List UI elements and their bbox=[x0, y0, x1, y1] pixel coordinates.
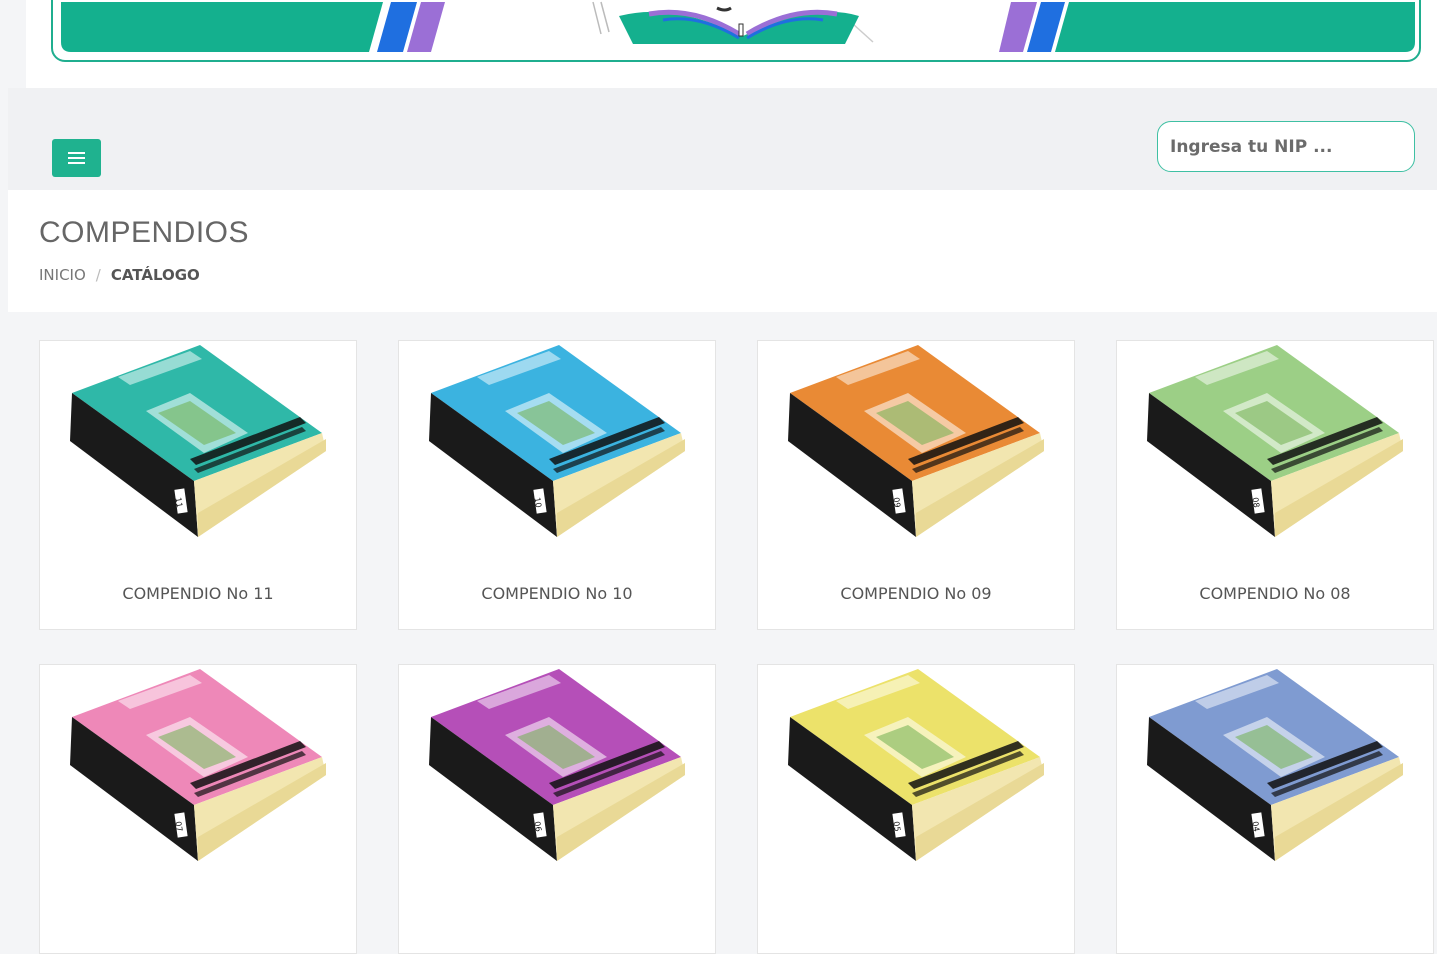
page-title: COMPENDIOS bbox=[39, 216, 250, 249]
spine-number: 06 bbox=[532, 821, 543, 833]
catalog-card[interactable]: 06 bbox=[398, 664, 716, 954]
catalog-card-title: COMPENDIO No 10 bbox=[481, 584, 633, 603]
spine-number: 11 bbox=[173, 497, 184, 509]
catalog-card[interactable]: 10 COMPENDIO No 10 bbox=[398, 340, 716, 630]
breadcrumb-current: CATÁLOGO bbox=[110, 266, 200, 284]
banner-graphic bbox=[61, 1, 1415, 52]
catalog-card[interactable]: 04 bbox=[1116, 664, 1434, 954]
book-cover-image: 07 bbox=[70, 669, 326, 861]
book-cover-image: 09 bbox=[788, 345, 1044, 537]
book-logo-icon bbox=[592, 1, 874, 44]
catalog-card-title: COMPENDIO No 08 bbox=[1199, 584, 1351, 603]
catalog-card[interactable]: 08 COMPENDIO No 08 bbox=[1116, 340, 1434, 630]
book-cover-image: 04 bbox=[1147, 669, 1403, 861]
catalog-card-title: COMPENDIO No 11 bbox=[122, 584, 274, 603]
book-cover-image: 11 bbox=[70, 345, 326, 537]
navbar bbox=[8, 88, 1437, 190]
book-cover-image: 05 bbox=[788, 669, 1044, 861]
header-banner bbox=[26, 0, 1437, 88]
spine-number: 04 bbox=[1250, 821, 1261, 833]
banner-frame bbox=[51, 0, 1421, 62]
nip-input[interactable] bbox=[1157, 121, 1415, 172]
spine-number: 09 bbox=[891, 497, 902, 509]
book-cover-image: 08 bbox=[1147, 345, 1403, 537]
breadcrumb: INICIO / CATÁLOGO bbox=[39, 266, 200, 284]
book-cover-image: 06 bbox=[429, 669, 685, 861]
breadcrumb-home-link[interactable]: INICIO bbox=[39, 266, 86, 284]
catalog-card[interactable]: 07 bbox=[39, 664, 357, 954]
catalog-card[interactable]: 09 COMPENDIO No 09 bbox=[757, 340, 1075, 630]
catalog-card[interactable]: 11 COMPENDIO No 11 bbox=[39, 340, 357, 630]
catalog-card-title: COMPENDIO No 09 bbox=[840, 584, 992, 603]
book-cover-image: 10 bbox=[429, 345, 685, 537]
spine-number: 08 bbox=[1250, 497, 1261, 509]
spine-number: 05 bbox=[891, 821, 902, 833]
page-header: COMPENDIOS INICIO / CATÁLOGO bbox=[8, 190, 1437, 312]
breadcrumb-separator: / bbox=[95, 266, 101, 284]
menu-toggle-button[interactable] bbox=[52, 139, 101, 177]
catalog-card[interactable]: 05 bbox=[757, 664, 1075, 954]
spine-number: 07 bbox=[173, 821, 184, 833]
spine-number: 10 bbox=[532, 497, 543, 509]
